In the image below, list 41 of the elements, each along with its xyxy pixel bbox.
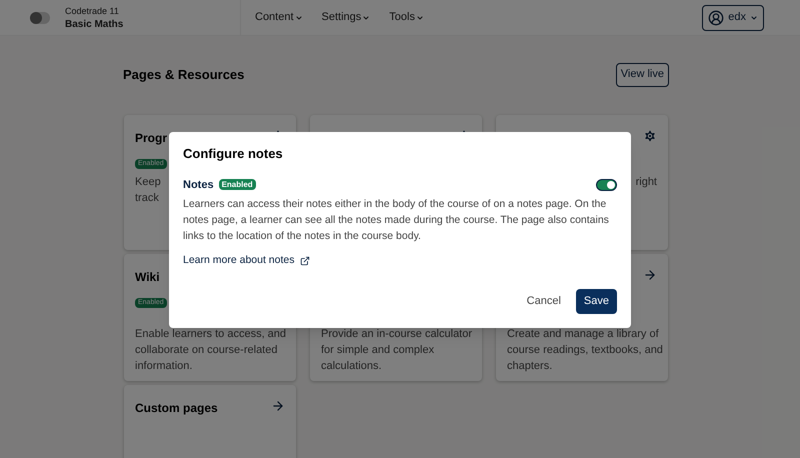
- card-description: track: [135, 191, 159, 206]
- view-live-button[interactable]: View live: [616, 62, 669, 86]
- logo-icon: [29, 10, 51, 24]
- chevron-down-icon: [750, 14, 758, 22]
- card-description: Provide an in-course calculator: [321, 327, 472, 342]
- card-description: Enable learners to access, and: [135, 327, 286, 342]
- course-name: Basic Maths: [65, 18, 124, 30]
- card-description: Keep: [135, 175, 161, 190]
- user-avatar-icon: [708, 10, 724, 26]
- card-description: course readings, textbooks, and: [507, 343, 663, 358]
- chevron-down-icon: [294, 14, 303, 22]
- learn-more-link[interactable]: Learn more about notes: [183, 253, 310, 269]
- status-badge: Enabled: [218, 179, 256, 190]
- external-link-icon: [300, 256, 310, 266]
- arrow-right-icon[interactable]: [643, 268, 657, 282]
- chevron-down-icon: [416, 14, 424, 22]
- card-title: Custom pages: [135, 400, 218, 417]
- card-description: collaborate on course-related: [135, 343, 278, 358]
- nav-menu[interactable]: Content: [255, 9, 303, 26]
- card-title: Wiki: [135, 269, 160, 286]
- settings-icon[interactable]: [643, 129, 657, 143]
- nav-menu[interactable]: Settings: [322, 9, 370, 26]
- card-title: Progr: [135, 130, 168, 147]
- org-name: Codetrade 11: [65, 4, 120, 18]
- user-menu[interactable]: edx: [702, 4, 764, 30]
- setting-label: Notes: [183, 178, 214, 192]
- toggle-switch[interactable]: [596, 178, 617, 191]
- card-description: for simple and complex: [321, 343, 434, 358]
- nav-menu[interactable]: Tools: [389, 9, 424, 26]
- page-title: Pages & Resources: [123, 66, 244, 84]
- card-description: information.: [135, 359, 192, 374]
- cancel-button[interactable]: Cancel: [526, 293, 561, 310]
- chevron-down-icon: [362, 14, 370, 22]
- arrow-right-icon[interactable]: [271, 399, 285, 413]
- card-description: Create and manage a library of: [507, 327, 659, 342]
- card-description: right: [636, 175, 657, 190]
- card-description: chapters.: [507, 359, 552, 374]
- card-description: calculations.: [321, 359, 382, 374]
- modal-title: Configure notes: [183, 145, 284, 163]
- modal-description: Learners can access their notes either in the body of the course of on a notes page. On the notes page, a learner can see all the notes made during the course. The page also contains links to the location of the notes in the course body.: [183, 197, 610, 244]
- save-button[interactable]: Save: [576, 289, 617, 314]
